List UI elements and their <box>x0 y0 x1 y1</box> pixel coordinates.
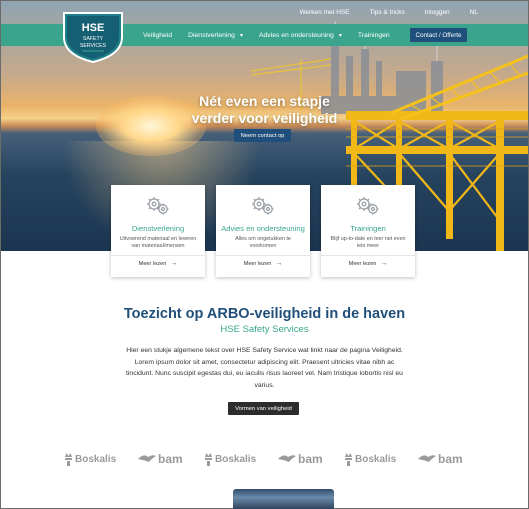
arrow-right-icon: → <box>380 260 388 267</box>
card-read-more-link[interactable]: Meer lezen → <box>321 260 415 267</box>
crown-icon <box>65 453 72 466</box>
partner-logo-boskalis: Boskalis <box>204 448 256 470</box>
featured-image <box>233 489 334 509</box>
partner-name: Boskalis <box>355 453 397 465</box>
card-divider <box>321 255 415 256</box>
section-title: Toezicht op ARBO-veiligheid in de haven <box>123 306 406 322</box>
hero-heading-line2: verder voor veiligheid <box>191 110 338 126</box>
card-description: Blijf up-to-date en leer net even iets m… <box>330 236 406 249</box>
nav-item-dienstverlening[interactable]: Dienstverlening ▾ <box>188 32 243 39</box>
read-more-label: Meer lezen <box>348 260 377 267</box>
nav-label: Trainingen <box>357 31 390 39</box>
partner-logo-boskalis: Boskalis <box>344 448 396 470</box>
partner-name: bam <box>158 452 183 466</box>
partner-name: bam <box>438 452 463 466</box>
card-title: Advies en ondersteuning <box>221 224 305 233</box>
bird-icon <box>418 455 436 462</box>
nav-item-trainingen[interactable]: Trainingen <box>358 32 390 39</box>
section-body-text: Hier een stukje algemene tekst over HSE … <box>126 347 403 389</box>
logo-text-hse: HSE <box>82 22 105 34</box>
language-switch[interactable]: NL <box>470 9 478 16</box>
nav-label: Veiligheid <box>143 31 173 39</box>
utility-link-tips[interactable]: Tips & tricks <box>370 9 405 16</box>
service-card-trainingen[interactable]: Trainingen Blijf up-to-date en leer net … <box>321 185 415 277</box>
logo-text-safety: SAFETY <box>83 36 104 42</box>
card-read-more-link[interactable]: Meer lezen → <box>216 260 310 267</box>
card-description: Alles om ongelukken te voorkomen <box>235 236 291 249</box>
bird-icon <box>138 455 156 462</box>
gears-icon <box>147 197 169 215</box>
veiligheid-vormen-button[interactable]: Vormen van veiligheid <box>228 402 299 415</box>
bird-icon <box>278 455 296 462</box>
partner-logo-bam: bam <box>138 448 183 470</box>
partner-logo-boskalis: Boskalis <box>64 448 116 470</box>
nav-item-veiligheid[interactable]: Veiligheid <box>143 32 172 39</box>
card-read-more-link[interactable]: Meer lezen → <box>111 260 205 267</box>
hse-logo[interactable]: HSE SAFETY SERVICES <box>60 11 126 63</box>
read-more-label: Meer lezen <box>243 260 272 267</box>
hero-heading: Nét even een stapje verder voor veilighe… <box>1 93 528 127</box>
service-card-dienstverlening[interactable]: Dienstverlening Uitvoerend materiaal en … <box>111 185 205 277</box>
gears-icon <box>357 197 379 215</box>
contact-offerte-button[interactable]: Contact / Offerte <box>410 28 467 42</box>
crown-icon <box>205 453 212 466</box>
nav-item-advies[interactable]: Advies en ondersteuning ▾ <box>259 32 342 39</box>
nav-label: Dienstverlening <box>188 31 235 39</box>
utility-nav: Werken met HSE Tips & tricks Inloggen NL <box>299 9 478 16</box>
card-description: Uitvoerend materiaal en leveren van mate… <box>119 236 197 249</box>
utility-link-login[interactable]: Inloggen <box>425 9 450 16</box>
card-title: Dienstverlening <box>131 224 185 233</box>
card-divider <box>111 255 205 256</box>
crown-icon <box>345 453 352 466</box>
nav-label: Advies en ondersteuning <box>258 31 334 39</box>
partner-name: bam <box>298 452 323 466</box>
partner-name: Boskalis <box>215 453 257 465</box>
utility-link-werken[interactable]: Werken met HSE <box>299 9 349 16</box>
hero-heading-line1: Nét even een stapje <box>199 93 330 109</box>
chevron-down-icon: ▾ <box>239 32 243 39</box>
service-card-advies[interactable]: Advies en ondersteuning Alles om ongeluk… <box>216 185 310 277</box>
gears-icon <box>252 197 274 215</box>
hero-contact-button[interactable]: Neem contact op <box>234 129 291 142</box>
partner-logo-bam: bam <box>418 448 463 470</box>
card-title: Trainingen <box>350 224 386 233</box>
arrow-right-icon: → <box>275 260 283 267</box>
chevron-down-icon: ▾ <box>338 32 342 39</box>
card-divider <box>216 255 310 256</box>
section-subtitle: HSE Safety Services <box>220 324 309 335</box>
arrow-right-icon: → <box>170 260 178 267</box>
logo-text-services: SERVICES <box>80 43 107 49</box>
read-more-label: Meer lezen <box>138 260 167 267</box>
partner-logo-bam: bam <box>278 448 323 470</box>
partner-name: Boskalis <box>75 453 117 465</box>
